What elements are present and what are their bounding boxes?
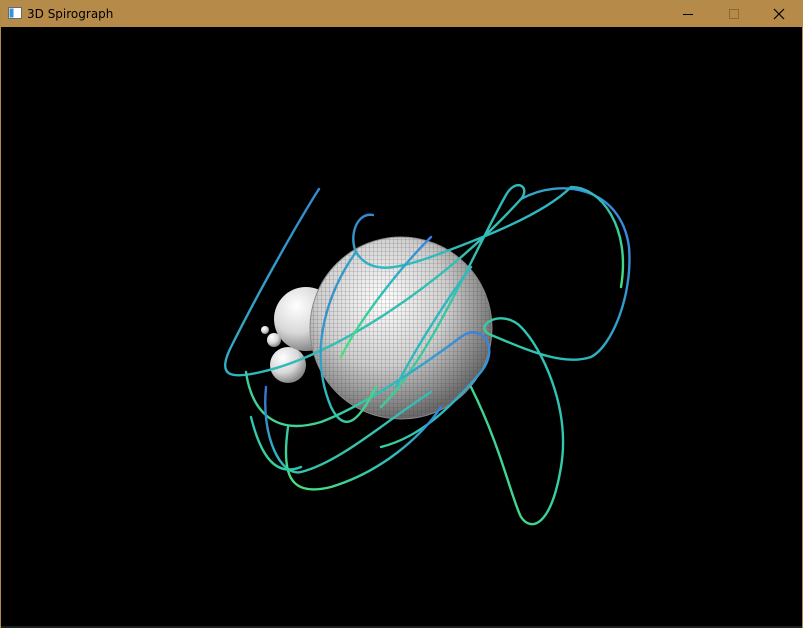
spirograph-scene — [224, 184, 631, 526]
maximize-icon — [729, 9, 739, 19]
render-viewport[interactable] — [1, 27, 802, 627]
small-sphere — [261, 326, 269, 334]
maximize-button[interactable] — [711, 1, 757, 27]
minimize-icon — [683, 14, 693, 15]
close-button[interactable] — [756, 1, 802, 27]
window-title: 3D Spirograph — [27, 7, 114, 21]
minimize-button[interactable] — [665, 1, 711, 27]
title-bar[interactable]: 3D Spirograph — [1, 1, 802, 27]
app-window-icon — [8, 7, 22, 19]
app-window: 3D Spirograph — [0, 0, 803, 628]
close-icon — [773, 8, 785, 20]
small-sphere — [267, 333, 281, 347]
